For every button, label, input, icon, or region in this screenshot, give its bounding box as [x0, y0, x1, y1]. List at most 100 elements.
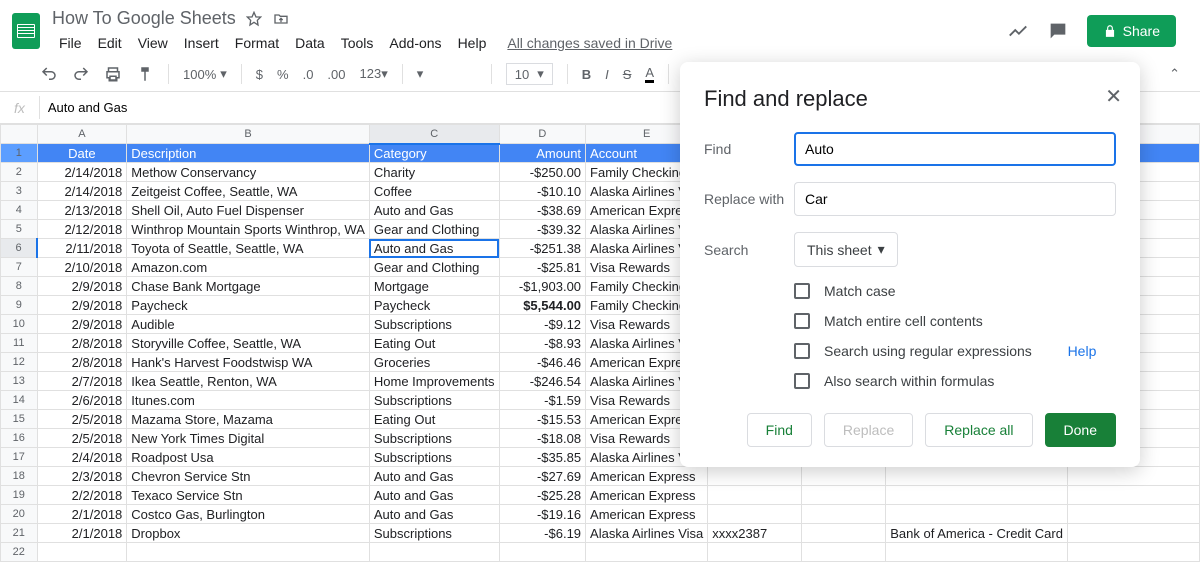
row-header[interactable]: 6	[1, 239, 38, 258]
search-scope-select[interactable]: This sheet ▾	[794, 232, 898, 267]
col-header-a[interactable]: A	[37, 125, 127, 144]
cell[interactable]: Subscriptions	[369, 315, 499, 334]
row-header[interactable]: 2	[1, 163, 38, 182]
cell[interactable]: Paycheck	[127, 296, 370, 315]
cell[interactable]: -$246.54	[499, 372, 586, 391]
cell[interactable]: Subscriptions	[369, 524, 499, 543]
cell[interactable]: Itunes.com	[127, 391, 370, 410]
italic-icon[interactable]: I	[605, 67, 609, 82]
regex-checkbox[interactable]	[794, 343, 810, 359]
cell[interactable]: -$46.46	[499, 353, 586, 372]
row-header[interactable]: 7	[1, 258, 38, 277]
cell[interactable]: Ikea Seattle, Renton, WA	[127, 372, 370, 391]
cell[interactable]: Audible	[127, 315, 370, 334]
cell[interactable]: Zeitgeist Coffee, Seattle, WA	[127, 182, 370, 201]
cell[interactable]: Coffee	[369, 182, 499, 201]
paint-format-icon[interactable]	[136, 65, 154, 83]
cell[interactable]	[708, 505, 801, 524]
close-icon[interactable]: ✕	[1105, 84, 1122, 109]
cell[interactable]	[801, 486, 886, 505]
increase-decimal-icon[interactable]: .00	[327, 67, 345, 82]
menu-format[interactable]: Format	[228, 33, 286, 53]
cell[interactable]: Subscriptions	[369, 448, 499, 467]
cell[interactable]: Alaska Airlines Visa	[586, 524, 708, 543]
cell[interactable]: 2/2/2018	[37, 486, 127, 505]
row-header[interactable]: 21	[1, 524, 38, 543]
cell[interactable]: 2/3/2018	[37, 467, 127, 486]
cell[interactable]	[886, 505, 1068, 524]
font-size-select[interactable]: 10 ▾	[506, 63, 553, 85]
cell[interactable]: Subscriptions	[369, 391, 499, 410]
cell[interactable]	[886, 486, 1068, 505]
cell[interactable]: New York Times Digital	[127, 429, 370, 448]
cell[interactable]: 2/9/2018	[37, 296, 127, 315]
row-header[interactable]: 12	[1, 353, 38, 372]
percent-icon[interactable]: %	[277, 67, 289, 82]
cell[interactable]: -$1.59	[499, 391, 586, 410]
move-folder-icon[interactable]	[272, 11, 290, 27]
formulas-checkbox[interactable]	[794, 373, 810, 389]
cell[interactable]	[1067, 505, 1199, 524]
cell[interactable]: 2/9/2018	[37, 315, 127, 334]
cell[interactable]: -$39.32	[499, 220, 586, 239]
cell[interactable]: -$38.69	[499, 201, 586, 220]
menu-addons[interactable]: Add-ons	[382, 33, 448, 53]
menu-view[interactable]: View	[131, 33, 175, 53]
row-header[interactable]: 5	[1, 220, 38, 239]
redo-icon[interactable]	[72, 65, 90, 83]
menu-help[interactable]: Help	[451, 33, 494, 53]
currency-icon[interactable]: $	[256, 67, 263, 82]
cell[interactable]: -$19.16	[499, 505, 586, 524]
cell[interactable]: Hank's Harvest Foodstwisp WA	[127, 353, 370, 372]
row-header[interactable]: 14	[1, 391, 38, 410]
font-select[interactable]: ▾	[417, 66, 477, 82]
row-header[interactable]: 10	[1, 315, 38, 334]
cell[interactable]: American Express	[586, 505, 708, 524]
row-header[interactable]: 19	[1, 486, 38, 505]
cell[interactable]: Auto and Gas	[369, 486, 499, 505]
cell[interactable]: Costco Gas, Burlington	[127, 505, 370, 524]
regex-help-link[interactable]: Help	[1068, 343, 1097, 359]
done-button[interactable]: Done	[1045, 413, 1116, 447]
cell[interactable]: -$250.00	[499, 163, 586, 182]
cell[interactable]: Toyota of Seattle, Seattle, WA	[127, 239, 370, 258]
cell[interactable]	[1067, 524, 1199, 543]
header-date[interactable]: Date	[37, 144, 127, 163]
cell[interactable]: Gear and Clothing	[369, 220, 499, 239]
col-header-d[interactable]: D	[499, 125, 586, 144]
cell[interactable]: Auto and Gas	[369, 239, 499, 258]
cell[interactable]	[886, 467, 1068, 486]
cell[interactable]: Mazama Store, Mazama	[127, 410, 370, 429]
share-button[interactable]: Share	[1087, 15, 1176, 47]
cell[interactable]: xxxx2387	[708, 524, 801, 543]
cell[interactable]: 2/14/2018	[37, 163, 127, 182]
replace-all-button[interactable]: Replace all	[925, 413, 1032, 447]
cell[interactable]: 2/9/2018	[37, 277, 127, 296]
menu-data[interactable]: Data	[288, 33, 332, 53]
star-icon[interactable]	[246, 11, 262, 27]
cell[interactable]: Gear and Clothing	[369, 258, 499, 277]
zoom-select[interactable]: 100% ▾	[183, 66, 227, 82]
header-desc[interactable]: Description	[127, 144, 370, 163]
explore-icon[interactable]	[1007, 20, 1029, 42]
cell[interactable]: 2/13/2018	[37, 201, 127, 220]
cell[interactable]: -$18.08	[499, 429, 586, 448]
menu-file[interactable]: File	[52, 33, 89, 53]
col-header-c[interactable]: C	[369, 125, 499, 144]
comments-icon[interactable]	[1047, 20, 1069, 42]
saved-status[interactable]: All changes saved in Drive	[507, 35, 672, 51]
cell[interactable]: -$27.69	[499, 467, 586, 486]
cell[interactable]: Storyville Coffee, Seattle, WA	[127, 334, 370, 353]
menu-tools[interactable]: Tools	[334, 33, 381, 53]
cell[interactable]: Methow Conservancy	[127, 163, 370, 182]
number-format-select[interactable]: 123▾	[360, 66, 388, 82]
cell[interactable]: 2/6/2018	[37, 391, 127, 410]
cell[interactable]: 2/5/2018	[37, 410, 127, 429]
col-header-b[interactable]: B	[127, 125, 370, 144]
cell[interactable]: -$10.10	[499, 182, 586, 201]
cell[interactable]: 2/1/2018	[37, 505, 127, 524]
cell[interactable]: 2/8/2018	[37, 353, 127, 372]
cell[interactable]: Auto and Gas	[369, 467, 499, 486]
cell[interactable]: Chevron Service Stn	[127, 467, 370, 486]
cell[interactable]: 2/7/2018	[37, 372, 127, 391]
